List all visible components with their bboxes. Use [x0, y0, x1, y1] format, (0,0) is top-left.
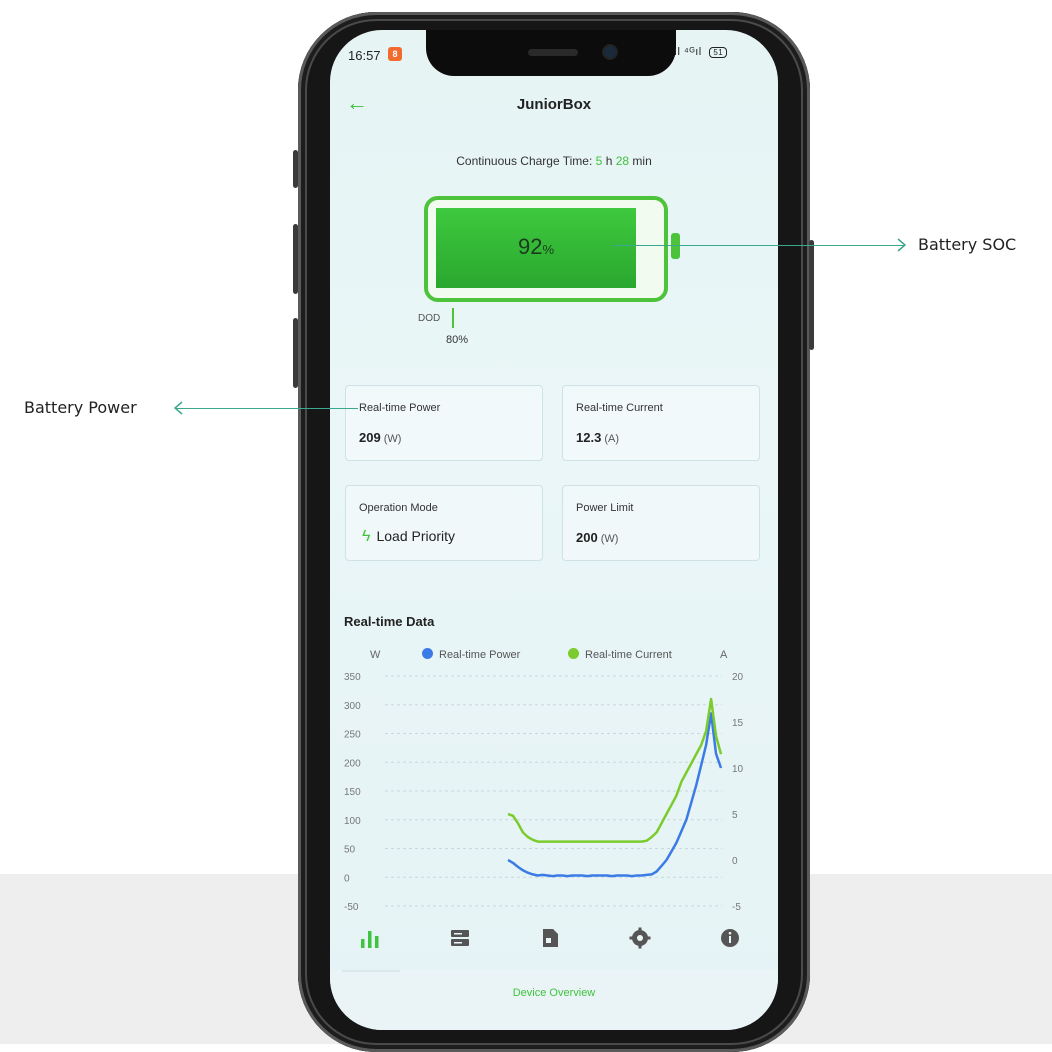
charge-hours-unit: h	[605, 154, 613, 168]
tab-settings[interactable]	[628, 926, 660, 954]
tab-reports[interactable]	[538, 926, 570, 954]
notch	[426, 30, 676, 76]
charge-time: Continuous Charge Time: 5 h 28 min	[330, 154, 778, 168]
annotation-battery-power: Battery Power	[24, 398, 137, 417]
y-right-tick-label: 10	[732, 764, 744, 775]
y-right-tick-label: -5	[732, 902, 741, 913]
card-realtime-current: Real-time Current 12.3 (A)	[562, 385, 760, 461]
device-list-icon	[451, 930, 469, 946]
soc-arrow-line	[612, 245, 904, 246]
y-right-tick-label: 20	[732, 672, 744, 683]
y-axis-right-unit: A	[720, 649, 728, 661]
y-left-tick-label: 250	[344, 730, 361, 741]
legend-current: Real-time Current	[568, 648, 672, 661]
charge-minutes: 28	[615, 154, 630, 168]
battery-soc: 92%	[517, 234, 555, 259]
bottom-label: Device Overview	[512, 987, 596, 999]
legend-dot-current	[568, 648, 579, 659]
bottom-strip	[330, 970, 778, 1030]
y-right-tick-label: 5	[732, 810, 738, 821]
y-axis-left-unit: W	[370, 649, 381, 661]
card-value: 209 (W)	[359, 430, 402, 445]
dod-marker	[452, 308, 454, 328]
battery-icon: 51	[709, 47, 728, 58]
tab-devices[interactable]	[448, 926, 480, 954]
dod-value: 80%	[446, 334, 469, 346]
battery-gauge: 92%	[424, 196, 668, 302]
card-label: Power Limit	[576, 502, 634, 514]
dod-label: DOD	[418, 313, 441, 324]
notification-badge: 8	[388, 47, 402, 61]
card-value: ϟ Load Priority	[362, 528, 456, 545]
battery-tip	[671, 233, 680, 259]
status-indicators: ıl ⁴ᴳıl 51	[674, 46, 728, 58]
app-screen: 16:57 8 ıl ⁴ᴳıl 51 ← JuniorBox Continuou…	[330, 30, 778, 1030]
tab-bar	[330, 920, 778, 960]
annotation-battery-soc: Battery SOC	[918, 235, 1017, 254]
lightning-icon: ϟ	[362, 528, 371, 545]
info-icon	[721, 929, 739, 947]
power-arrow-line	[176, 408, 358, 409]
y-left-tick-label: 150	[344, 787, 361, 798]
card-realtime-power: Real-time Power 209 (W)	[345, 385, 543, 461]
volume-up-button	[293, 224, 298, 294]
y-left-tick-label: 0	[344, 873, 350, 884]
card-label: Operation Mode	[359, 502, 438, 514]
tab-info[interactable]	[718, 926, 750, 954]
card-value: 200 (W)	[576, 530, 619, 545]
volume-down-button	[293, 318, 298, 388]
power-button	[809, 240, 814, 350]
card-label: Real-time Current	[576, 402, 663, 414]
y-left-tick-label: 100	[344, 816, 361, 827]
y-left-tick-label: 300	[344, 701, 361, 712]
report-icon	[543, 929, 558, 947]
front-camera	[604, 46, 616, 58]
card-label: Real-time Power	[359, 402, 441, 414]
active-tab-indicator	[342, 970, 400, 972]
card-value: 12.3 (A)	[576, 430, 619, 445]
soc-arrow-head-icon	[897, 238, 907, 252]
settings-icon	[629, 927, 651, 949]
charge-time-label: Continuous Charge Time:	[456, 154, 593, 168]
battery-fill: 92%	[436, 208, 636, 288]
y-right-tick-label: 15	[732, 718, 744, 729]
realtime-title: Real-time Data	[344, 614, 435, 629]
card-power-limit[interactable]: Power Limit 200 (W)	[562, 485, 760, 561]
status-time: 16:57	[348, 48, 381, 63]
y-left-tick-label: -50	[344, 902, 359, 913]
legend-power: Real-time Power	[422, 648, 520, 661]
page-title: JuniorBox	[516, 96, 592, 113]
y-left-tick-label: 50	[344, 845, 356, 856]
charge-minutes-unit: min	[632, 154, 652, 168]
y-left-tick-label: 350	[344, 672, 361, 683]
signal-icon: ıl ⁴ᴳıl	[674, 46, 702, 58]
realtime-chart: 350300250200150100500-5020151050-5	[344, 672, 744, 913]
silent-switch	[293, 150, 298, 188]
y-left-tick-label: 200	[344, 758, 361, 769]
earpiece	[528, 49, 578, 56]
overview-icon	[361, 931, 379, 948]
charge-hours: 5	[595, 154, 603, 168]
y-right-tick-label: 0	[732, 856, 738, 867]
legend-dot-power	[422, 648, 433, 659]
card-operation-mode[interactable]: Operation Mode ϟ Load Priority	[345, 485, 543, 561]
series-line-power	[507, 712, 723, 878]
tab-overview[interactable]	[358, 926, 390, 954]
